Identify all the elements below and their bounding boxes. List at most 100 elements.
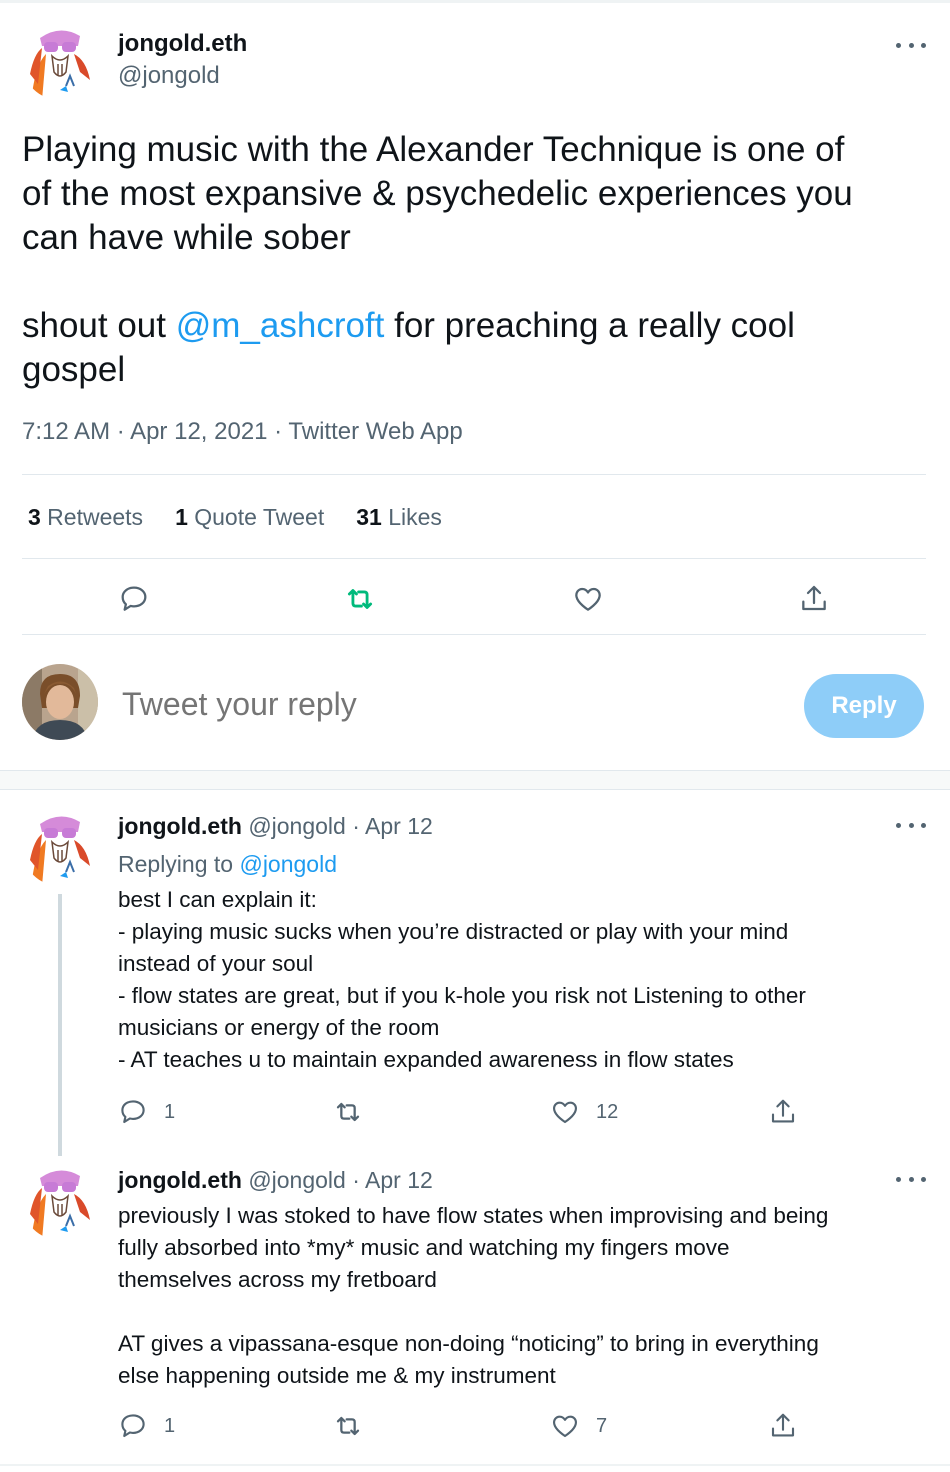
reply-date[interactable]: · Apr 12 <box>346 1167 433 1193</box>
tweet-text: Playing music with the Alexander Techniq… <box>22 128 922 392</box>
like-button[interactable]: 7 <box>550 1408 607 1444</box>
shout-suffix: for preaching a really cool <box>384 306 795 345</box>
divider <box>22 634 926 635</box>
quotes-count: 1 <box>175 504 188 530</box>
shout-prefix: shout out <box>22 306 176 345</box>
reply-button[interactable]: 1 <box>118 1408 175 1444</box>
like-count: 7 <box>596 1414 608 1437</box>
author-avatar-art <box>22 810 98 886</box>
reply-author-name[interactable]: jongold.eth <box>118 1167 242 1193</box>
reply-text-line: fully absorbed into *my* music and watch… <box>118 1235 730 1260</box>
author-avatar-art <box>22 1164 98 1240</box>
retweets-label: Retweets <box>40 504 144 530</box>
tweet-stats: 3 Retweets 1 Quote Tweet 31 Likes <box>28 504 442 531</box>
reply-text-line: best I can explain it: <box>118 887 317 912</box>
retweet-button[interactable] <box>332 1408 380 1444</box>
reply-input[interactable] <box>122 686 722 723</box>
reply-text-line: musicians or energy of the room <box>118 1015 440 1040</box>
more-options-icon[interactable] <box>896 820 926 830</box>
user-avatar-photo <box>22 664 98 740</box>
reply-text-line: instead of your soul <box>118 951 314 976</box>
reply-submit-button[interactable]: Reply <box>804 674 924 738</box>
top-divider <box>0 0 950 3</box>
reply-text-line: - AT teaches u to maintain expanded awar… <box>118 1047 734 1072</box>
more-options-icon[interactable] <box>896 1174 926 1184</box>
likes-count: 31 <box>356 504 382 530</box>
reply-author-avatar[interactable] <box>22 810 98 886</box>
speech-bubble-icon <box>121 586 147 611</box>
reply-text-line: AT gives a vipassana-esque non-doing “no… <box>118 1331 819 1356</box>
more-options-icon[interactable] <box>896 40 926 50</box>
share-button[interactable] <box>791 576 837 622</box>
author-name[interactable]: jongold.eth <box>118 30 247 58</box>
tweet-time[interactable]: 7:12 AM <box>22 418 110 445</box>
reply-count: 1 <box>164 1100 176 1123</box>
reply-count: 1 <box>164 1414 176 1437</box>
reply-actions: 1 7 <box>118 1408 818 1444</box>
like-button[interactable]: 12 <box>550 1094 618 1130</box>
thread-connector-line <box>58 894 62 1156</box>
reply-button[interactable]: 1 <box>118 1094 175 1130</box>
reply-button[interactable] <box>111 576 157 622</box>
reply-text: previously I was stoked to have flow sta… <box>118 1200 928 1392</box>
retweet-arrows-icon <box>336 1102 360 1122</box>
tweet-text-line: Playing music with the Alexander Techniq… <box>22 130 845 169</box>
share-upload-icon <box>802 585 826 611</box>
tweet-actions <box>22 576 926 622</box>
reply-header: jongold.eth @jongold · Apr 12 <box>118 1167 433 1194</box>
author-handle[interactable]: @jongold <box>118 62 220 90</box>
reply-actions: 1 12 <box>118 1094 818 1130</box>
retweet-arrows-icon <box>336 1416 360 1436</box>
reply-author-handle[interactable]: @jongold <box>248 1167 346 1193</box>
section-separator <box>0 770 950 790</box>
tweet-date[interactable]: Apr 12, 2021 <box>130 418 267 445</box>
user-avatar[interactable] <box>22 664 98 740</box>
tweet-source[interactable]: Twitter Web App <box>288 418 462 445</box>
reply-author-name[interactable]: jongold.eth <box>118 813 242 839</box>
likes-label: Likes <box>381 504 442 530</box>
retweet-arrows-icon <box>347 589 373 609</box>
heart-icon <box>553 1415 577 1438</box>
share-upload-icon <box>771 1413 795 1437</box>
likes-stat[interactable]: 31 Likes <box>356 504 442 531</box>
divider <box>22 474 926 475</box>
reply-text-line: - playing music sucks when you’re distra… <box>118 919 789 944</box>
reply-text-line: previously I was stoked to have flow sta… <box>118 1203 829 1228</box>
quotes-label: Quote Tweet <box>187 504 325 530</box>
reply-text-line: themselves across my fretboard <box>118 1267 437 1292</box>
quote-tweets-stat[interactable]: 1 Quote Tweet <box>175 504 324 531</box>
tweet-text-line: can have while sober <box>22 218 351 257</box>
tweet-shout-line: shout out @m_ashcroft for preaching a re… <box>22 304 922 348</box>
retweets-stat[interactable]: 3 Retweets <box>28 504 143 531</box>
meta-separator: · <box>267 418 289 445</box>
reply-author-handle[interactable]: @jongold <box>248 813 346 839</box>
mention-link[interactable]: @m_ashcroft <box>176 306 385 345</box>
speech-bubble-icon <box>121 1100 145 1124</box>
replying-prefix: Replying to <box>118 851 240 877</box>
tweet-text-line: of the most expansive & psychedelic expe… <box>22 174 853 213</box>
author-avatar[interactable] <box>22 24 98 100</box>
meta-separator: · <box>110 418 131 445</box>
speech-bubble-icon <box>121 1414 145 1438</box>
replying-to: Replying to @jongold <box>118 851 337 878</box>
reply-text: best I can explain it: - playing music s… <box>118 884 928 1076</box>
share-button[interactable] <box>768 1094 798 1130</box>
reply-author-avatar[interactable] <box>22 1164 98 1240</box>
replying-mention[interactable]: @jongold <box>239 851 337 877</box>
retweet-button[interactable] <box>337 576 383 622</box>
share-button[interactable] <box>768 1408 798 1444</box>
reply-text-line: - flow states are great, but if you k-ho… <box>118 983 806 1008</box>
reply-header: jongold.eth @jongold · Apr 12 <box>118 813 433 840</box>
like-button[interactable] <box>565 576 611 622</box>
tweet-meta: 7:12 AM · Apr 12, 2021 · Twitter Web App <box>22 418 463 446</box>
tweet-text-line: gospel <box>22 350 126 389</box>
heart-icon <box>575 587 601 611</box>
reply-date[interactable]: · Apr 12 <box>346 813 433 839</box>
share-upload-icon <box>771 1099 795 1123</box>
retweet-button[interactable] <box>332 1094 380 1130</box>
reply-text-line: else happening outside me & my instrumen… <box>118 1363 556 1388</box>
retweets-count: 3 <box>28 504 41 530</box>
heart-icon <box>553 1101 577 1124</box>
